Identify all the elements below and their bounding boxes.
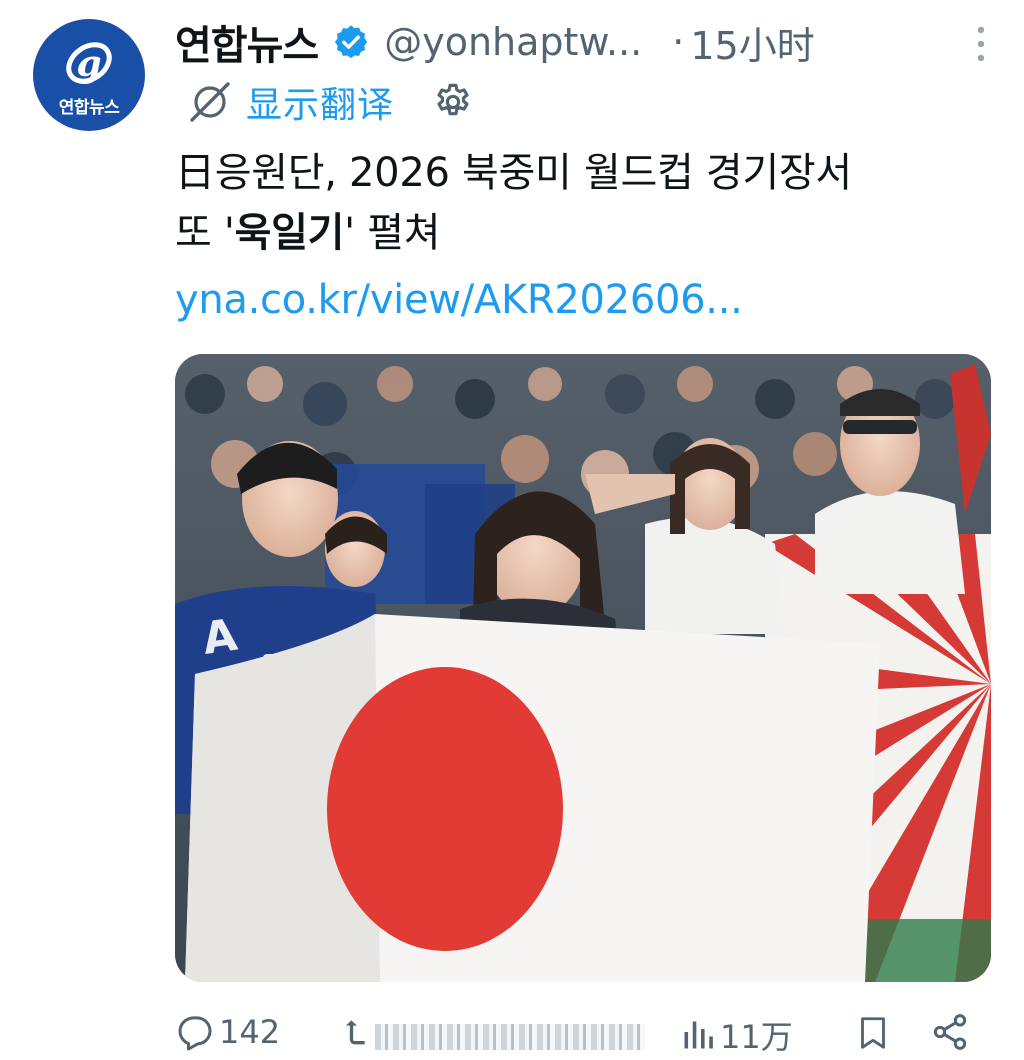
- translate-icon: [190, 82, 230, 122]
- share-icon: [933, 1014, 967, 1050]
- timestamp[interactable]: 15小时: [690, 15, 814, 70]
- tweet-text: 日응원단, 2026 북중미 월드컵 경기장서 또 '욱일기' 펼쳐: [175, 143, 1005, 263]
- article-link[interactable]: yna.co.kr/view/AKR202606...: [175, 277, 743, 323]
- stadium-fans-photo: A N 10: [175, 354, 991, 982]
- tweet-text-line-2: 또 '욱일기' 펼쳐: [175, 203, 1005, 263]
- redacted-metrics: [375, 1024, 645, 1050]
- action-bar: 142 11万: [175, 1004, 985, 1060]
- verified-badge-icon: [335, 25, 368, 59]
- separator-dot: ·: [672, 20, 685, 64]
- bookmark-icon: [861, 1017, 885, 1049]
- views-button[interactable]: 11万: [680, 1012, 793, 1058]
- more-options-icon[interactable]: [975, 24, 987, 64]
- bookmark-button[interactable]: [855, 1012, 891, 1054]
- translate-row: 显示翻译: [186, 74, 474, 130]
- share-button[interactable]: [930, 1012, 970, 1052]
- tweet-image[interactable]: A N 10: [175, 354, 991, 982]
- tweet-text-line-1: 日응원단, 2026 북중미 월드컵 경기장서: [175, 150, 852, 196]
- svg-text:g: g: [76, 43, 101, 85]
- reply-button[interactable]: 142: [175, 1012, 280, 1052]
- display-name[interactable]: 연합뉴스: [175, 13, 319, 71]
- views-chart-icon: [684, 1021, 713, 1049]
- show-translation-link[interactable]: 显示翻译: [246, 76, 394, 128]
- tweet-header: 연합뉴스 @yonhaptw... · 15小时: [175, 14, 1005, 70]
- reply-icon: [178, 1016, 212, 1051]
- svg-text:A: A: [199, 610, 240, 665]
- avatar[interactable]: g 연합뉴스: [33, 19, 145, 131]
- gear-icon[interactable]: [432, 81, 474, 123]
- account-handle[interactable]: @yonhaptw...: [384, 20, 642, 64]
- tweet-text-bold: 욱일기: [234, 210, 345, 256]
- tweet-text-suffix: ' 펼쳐: [344, 210, 441, 256]
- views-count: 11万: [720, 1018, 793, 1056]
- avatar-label: 연합뉴스: [58, 98, 120, 118]
- tweet-text-prefix: 또 ': [175, 210, 235, 256]
- reply-count: 142: [219, 1013, 281, 1051]
